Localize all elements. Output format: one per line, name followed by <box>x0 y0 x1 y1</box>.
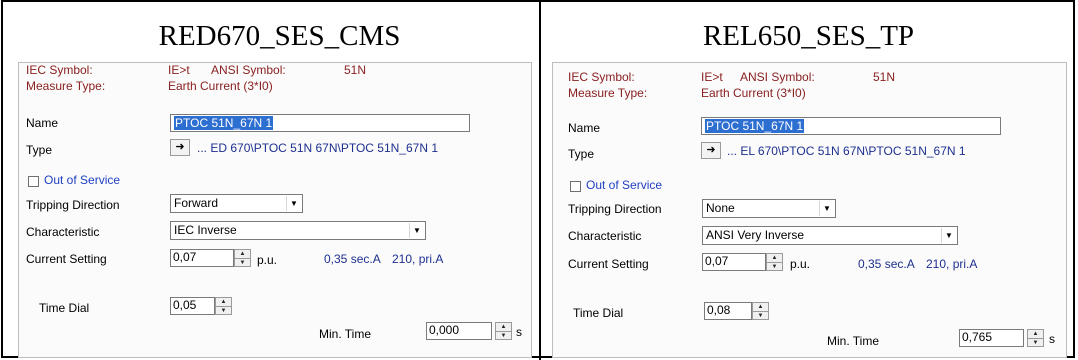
iec-symbol-label: IEC Symbol: <box>26 63 93 77</box>
min-time-label: Min. Time <box>827 334 880 348</box>
min-time-label: Min. Time <box>319 327 372 341</box>
chevron-down-icon: ▼ <box>286 196 301 211</box>
arrow-right-icon: ➜ <box>175 141 185 153</box>
min-time-value: 0,765 <box>962 330 993 344</box>
time-dial-label: Time Dial <box>573 306 624 320</box>
spin-up-icon: ▲ <box>239 251 246 257</box>
min-time-spinner[interactable]: ▲ ▼ <box>1027 329 1044 347</box>
current-unit: p.u. <box>790 257 811 271</box>
ansi-symbol-value: 51N <box>873 70 896 84</box>
current-primary: 210, pri.A <box>926 257 978 271</box>
min-time-value: 0,000 <box>429 323 460 337</box>
measure-type-label: Measure Type: <box>568 86 648 100</box>
left-settings-panel: IEC Symbol: IE>t ANSI Symbol: 51N Measur… <box>18 62 532 358</box>
measure-type-label: Measure Type: <box>26 79 106 93</box>
spin-down-icon: ▼ <box>767 262 782 271</box>
current-setting-input[interactable]: 0,07 <box>170 249 234 267</box>
name-label: Name <box>26 116 59 130</box>
type-navigate-button[interactable]: ➜ <box>170 139 190 156</box>
spin-down-icon: ▼ <box>216 306 231 315</box>
out-of-service-label: Out of Service <box>586 178 663 192</box>
current-primary: 210, pri.A <box>392 252 444 266</box>
tripping-direction-label: Tripping Direction <box>568 202 662 216</box>
out-of-service-label: Out of Service <box>44 173 121 187</box>
characteristic-label: Characteristic <box>568 229 642 243</box>
chevron-down-icon: ▼ <box>409 223 424 238</box>
iec-symbol-value: IE>t <box>168 63 190 77</box>
name-field-value: PTOC 51N_67N 1 <box>174 116 274 130</box>
spin-down-icon: ▼ <box>753 311 768 320</box>
iec-symbol-label: IEC Symbol: <box>568 70 635 84</box>
current-setting-spinner[interactable]: ▲ ▼ <box>766 253 783 271</box>
spin-up-icon: ▲ <box>771 255 778 261</box>
time-dial-spinner[interactable]: ▲ ▼ <box>215 297 232 315</box>
chevron-down-icon: ▼ <box>819 201 834 216</box>
spin-up-icon: ▲ <box>500 324 507 330</box>
time-dial-value: 0,08 <box>707 303 731 317</box>
current-unit: p.u. <box>257 253 278 267</box>
chevron-down-icon: ▼ <box>941 228 956 243</box>
time-dial-spinner[interactable]: ▲ ▼ <box>752 302 769 320</box>
measure-type-value: Earth Current (3*I0) <box>168 79 273 93</box>
characteristic-label: Characteristic <box>26 225 100 239</box>
tripping-direction-select[interactable]: Forward ▼ <box>170 194 303 213</box>
ansi-symbol-label: ANSI Symbol: <box>740 70 815 84</box>
min-time-input[interactable]: 0,765 <box>959 329 1024 347</box>
characteristic-value: ANSI Very Inverse <box>706 228 805 242</box>
right-settings-panel: IEC Symbol: IE>t ANSI Symbol: 51N Measur… <box>552 62 1067 358</box>
min-time-input[interactable]: 0,000 <box>426 322 492 340</box>
time-dial-input[interactable]: 0,08 <box>704 302 752 320</box>
arrow-right-icon: ➜ <box>706 144 716 156</box>
current-secondary: 0,35 sec.A <box>858 257 915 271</box>
tripping-direction-label: Tripping Direction <box>26 198 120 212</box>
spin-down-icon: ▼ <box>235 258 250 267</box>
type-navigate-button[interactable]: ➜ <box>701 142 721 159</box>
left-device-title: RED670_SES_CMS <box>158 20 401 52</box>
spin-up-icon: ▲ <box>757 304 764 310</box>
name-field[interactable]: PTOC 51N_67N 1 <box>701 117 1001 135</box>
name-label: Name <box>568 121 601 135</box>
current-setting-spinner[interactable]: ▲ ▼ <box>234 249 251 267</box>
spin-up-icon: ▲ <box>1032 331 1039 337</box>
current-setting-label: Current Setting <box>568 257 649 271</box>
measure-type-value: Earth Current (3*I0) <box>701 86 806 100</box>
min-time-unit: s <box>1049 332 1055 346</box>
type-label: Type <box>26 143 53 157</box>
characteristic-select[interactable]: ANSI Very Inverse ▼ <box>702 226 958 245</box>
type-path: ... ED 670\PTOC 51N 67N\PTOC 51N_67N 1 <box>197 141 439 155</box>
tripping-direction-select[interactable]: None ▼ <box>702 199 836 218</box>
current-setting-value: 0,07 <box>173 250 197 264</box>
ansi-symbol-label: ANSI Symbol: <box>211 63 286 77</box>
time-dial-label: Time Dial <box>39 301 90 315</box>
out-of-service-checkbox[interactable] <box>570 181 581 192</box>
current-secondary: 0,35 sec.A <box>324 252 381 266</box>
iec-symbol-value: IE>t <box>701 70 723 84</box>
ansi-symbol-value: 51N <box>344 63 367 77</box>
tripping-direction-value: Forward <box>174 196 219 210</box>
characteristic-select[interactable]: IEC Inverse ▼ <box>170 221 426 240</box>
time-dial-input[interactable]: 0,05 <box>170 297 215 315</box>
current-setting-value: 0,07 <box>705 254 729 268</box>
right-device-title: REL650_SES_TP <box>702 20 915 52</box>
current-setting-label: Current Setting <box>26 252 107 266</box>
spin-down-icon: ▼ <box>496 331 511 340</box>
out-of-service-checkbox[interactable] <box>28 176 39 187</box>
min-time-spinner[interactable]: ▲ ▼ <box>495 322 512 340</box>
tripping-direction-value: None <box>706 201 735 215</box>
name-field-value: PTOC 51N_67N 1 <box>705 119 805 133</box>
name-field[interactable]: PTOC 51N_67N 1 <box>170 114 470 132</box>
min-time-unit: s <box>516 325 522 339</box>
spin-up-icon: ▲ <box>220 299 227 305</box>
panel-divider <box>539 0 541 360</box>
characteristic-value: IEC Inverse <box>174 223 237 237</box>
current-setting-input[interactable]: 0,07 <box>702 253 766 271</box>
type-label: Type <box>568 147 595 161</box>
spin-down-icon: ▼ <box>1028 338 1043 347</box>
type-path: ... EL 670\PTOC 51N 67N\PTOC 51N_67N 1 <box>727 144 966 158</box>
time-dial-value: 0,05 <box>173 298 197 312</box>
